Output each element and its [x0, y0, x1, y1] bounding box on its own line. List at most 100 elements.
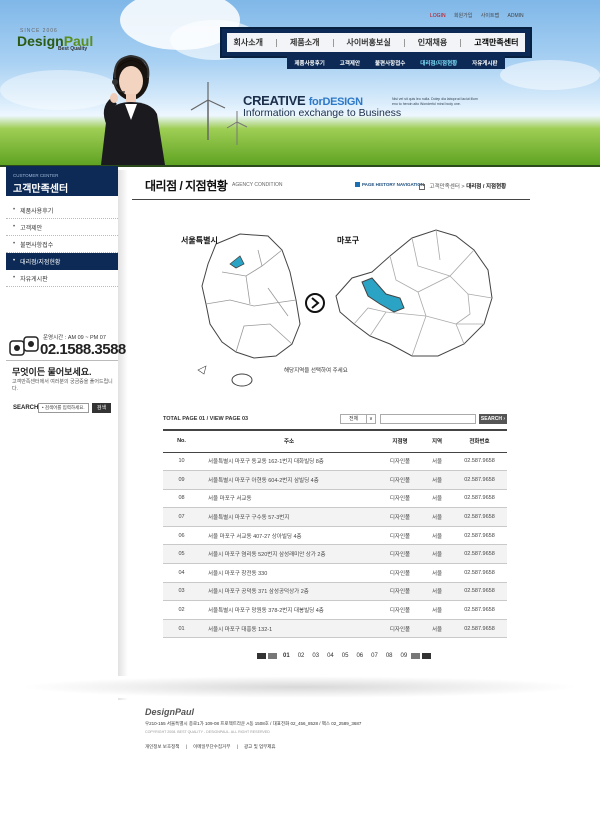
cell-branch: 디자인폴	[389, 477, 411, 484]
operating-hours: 운영시간 : AM 09 ~ PM 07	[43, 335, 106, 341]
cell-branch: 디자인폴	[389, 515, 411, 522]
cell-phone: 02.587.9658	[464, 532, 495, 539]
cell-region: 서울	[431, 496, 443, 503]
cell-no: 09	[178, 476, 185, 483]
last-page-button[interactable]	[422, 653, 432, 659]
page: SINCE 2006 DesignPaul Best Quality LOGIN…	[0, 0, 600, 821]
cell-no: 02	[178, 607, 185, 614]
sidebar-item-reviews[interactable]: 제품사용후기	[6, 202, 118, 219]
gnb-divider	[403, 38, 405, 47]
page-number[interactable]: 03	[312, 653, 319, 659]
table-row[interactable]: 02 서울특별시 마포구 망원동 378-2번지 대봉빌딩 4층 디자인폴 서울 02.…	[163, 601, 507, 620]
breadcrumb-item[interactable]: 고객만족센터	[430, 184, 460, 190]
sidebar-item-complaint[interactable]: 불편사항접수	[6, 236, 118, 253]
table-row[interactable]: 04 서울시 마포구 창전동 330 디자인폴 서울 02.587.9658	[163, 564, 507, 583]
table-row[interactable]: 09 서울특별시 마포구 아현동 604-2번지 삼빌딩 4층 디자인폴 서울 02.5…	[163, 470, 507, 490]
cell-branch: 디자인폴	[389, 570, 411, 577]
cell-branch: 디자인폴	[389, 626, 411, 633]
cell-address: 서울 마포구 서교동 407-27 상아빌딩 4층	[208, 533, 302, 540]
cell-address: 서울특별시 마포구 망원동 378-2번지 대봉빌딩 4층	[208, 608, 324, 615]
page-number[interactable]: 02	[298, 653, 305, 659]
login-link[interactable]: LOGIN	[430, 13, 446, 19]
arrow-right-icon[interactable]	[305, 293, 325, 313]
page-title: 대리점 / 지점현황	[145, 179, 228, 193]
cs-headline: 무엇이든 물어보세요.	[12, 367, 92, 377]
korea-map[interactable]	[197, 233, 301, 387]
table-row[interactable]: 01 서울시 마포구 대흥동 132-1 디자인폴 서울 02.587.9658	[163, 619, 507, 638]
cell-no: 07	[178, 514, 185, 521]
sidebar-search-label: SEARCH	[13, 405, 39, 411]
table-row[interactable]: 06 서울 마포구 서교동 407-27 상아빌딩 4층 디자인폴 서울 02.587.…	[163, 526, 507, 545]
page-number[interactable]: 09	[401, 653, 408, 659]
footer-logo: DesignPaul	[145, 707, 195, 717]
keyword-input[interactable]	[380, 414, 476, 424]
page-history-label: PAGE HISTORY NAVIGATION	[355, 182, 424, 187]
subnav-item-suggestion[interactable]: 고객제안	[340, 59, 360, 67]
table-row[interactable]: 08 서울 마포구 서교동 디자인폴 서울 02.587.9658	[163, 489, 507, 508]
privacy-link[interactable]: 개인정보 보호정책	[145, 744, 179, 749]
table-row[interactable]: 07 서울특별시 마포구 구수동 57-3번지 디자인폴 서울 02.587.9658	[163, 507, 507, 527]
cell-phone: 02.587.9658	[464, 588, 495, 595]
cell-phone: 02.587.9658	[464, 625, 495, 632]
first-page-button[interactable]	[257, 653, 266, 659]
sidebar-item-suggestion[interactable]: 고객제안	[6, 219, 118, 236]
admin-link[interactable]: ADMIN	[508, 13, 524, 19]
table-row[interactable]: 05 서울시 마포구 염리동 520번지 삼성래미안 상가 2층 디자인폴 서울 02.…	[163, 544, 507, 564]
subnav-item-board[interactable]: 자유게시판	[472, 59, 497, 67]
sidebar-item-agency[interactable]: 대리점/지점현황	[6, 253, 118, 270]
join-link[interactable]: 회원가입	[454, 13, 472, 19]
cell-no: 05	[178, 551, 185, 558]
page-number[interactable]: 01	[283, 653, 290, 659]
subnav-item-complaint[interactable]: 불편사항접수	[375, 59, 405, 67]
cell-branch: 디자인폴	[389, 459, 411, 466]
col-branch: 지점명	[392, 439, 408, 446]
sidebar-search-button[interactable]: 검색	[92, 403, 111, 413]
gnb-item-pr[interactable]: 사이버홍보실	[347, 37, 391, 48]
page-number[interactable]: 07	[371, 653, 378, 659]
gnb-divider	[276, 38, 277, 47]
subnav-item-reviews[interactable]: 제품사용후기	[294, 59, 324, 67]
cell-region: 서울	[431, 626, 443, 633]
cell-branch: 디자인폴	[389, 533, 411, 540]
sidebar-search-input[interactable]: • 검색어를 입력하세요.	[38, 403, 89, 413]
prev-page-button[interactable]	[268, 653, 277, 659]
page-number[interactable]: 06	[356, 653, 363, 659]
page-number[interactable]: 04	[327, 653, 334, 659]
map-hint: 해당지역을 선택하여 주세요	[284, 368, 348, 374]
table-row[interactable]: 10 서울특별시 마포구 동교동 162-1번지 대화빌딩 8층 디자인폴 서울 02.…	[163, 452, 507, 471]
ad-partnership-link[interactable]: 광고 및 업무제휴	[244, 744, 275, 749]
cell-branch: 디자인폴	[389, 608, 411, 615]
page-number[interactable]: 08	[386, 653, 393, 659]
cell-branch: 디자인폴	[389, 552, 411, 559]
search-button[interactable]: SEARCH ›	[479, 414, 507, 424]
sitemap-link[interactable]: 사이트맵	[481, 13, 499, 19]
table-row[interactable]: 03 서울시 마포구 공덕동 371 삼성공덕상가 2층 디자인폴 서울 02.587.…	[163, 582, 507, 601]
col-address: 주소	[283, 439, 295, 446]
gnb-item-customer-center[interactable]: 고객만족센터	[474, 37, 518, 48]
divider	[6, 360, 118, 361]
next-page-button[interactable]	[411, 653, 421, 659]
cell-no: 06	[178, 532, 185, 539]
col-region: 지역	[431, 439, 443, 446]
sidebar-item-board[interactable]: 자유게시판	[6, 270, 118, 287]
footer-link-divider: |	[236, 744, 238, 749]
gnb-item-recruit[interactable]: 인재채용	[418, 37, 447, 48]
cell-phone: 02.587.9658	[464, 607, 495, 614]
region-select[interactable]: 전체 ∨	[340, 414, 376, 424]
top-links: LOGIN 회원가입 사이트맵 ADMIN	[430, 12, 531, 19]
sub-nav: 제품사용후기 고객제안 불편사항접수 대리점/지점현황 자유게시판	[287, 56, 505, 69]
gnb-item-company[interactable]: 회사소개	[234, 37, 263, 48]
cell-region: 서울	[431, 515, 443, 522]
page-number[interactable]: 05	[342, 653, 349, 659]
customer-service-woman-image	[101, 54, 165, 165]
sidebar-title: 고객만족센터	[13, 184, 69, 195]
cell-region: 서울	[431, 552, 443, 559]
seoul-map[interactable]	[335, 229, 493, 357]
gnb-item-products[interactable]: 제품소개	[290, 37, 319, 48]
map-label-seoul: 서울특별시	[181, 236, 218, 245]
email-refuse-link[interactable]: 이메일무단수집거부	[193, 744, 230, 749]
subnav-item-agency[interactable]: 대리점/지점현황	[420, 59, 457, 67]
cell-address: 서울시 마포구 공덕동 371 삼성공덕상가 2층	[208, 589, 309, 596]
home-icon[interactable]	[419, 183, 425, 190]
cell-no: 01	[178, 625, 185, 632]
